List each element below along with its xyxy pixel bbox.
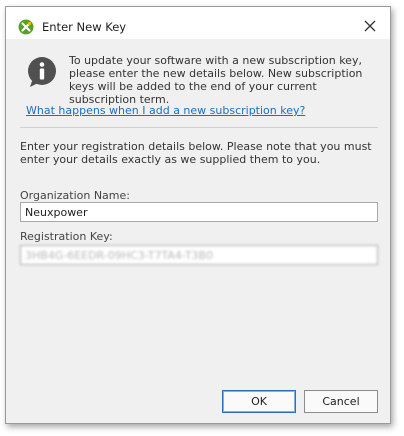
registration-key-label: Registration Key: bbox=[20, 230, 113, 243]
organization-name-label: Organization Name: bbox=[20, 189, 130, 202]
title-bar: Enter New Key bbox=[6, 7, 390, 39]
details-instructions: Enter your registration details below. P… bbox=[20, 140, 372, 166]
close-icon bbox=[364, 17, 376, 36]
organization-name-input[interactable] bbox=[20, 202, 378, 222]
registration-key-input[interactable] bbox=[20, 245, 378, 265]
separator bbox=[20, 127, 378, 128]
app-logo-icon bbox=[18, 19, 34, 35]
window-title: Enter New Key bbox=[42, 20, 127, 34]
help-link[interactable]: What happens when I add a new subscripti… bbox=[26, 104, 305, 117]
ok-button[interactable]: OK bbox=[222, 390, 296, 413]
info-message: To update your software with a new subsc… bbox=[69, 54, 363, 106]
info-icon bbox=[26, 56, 58, 88]
close-button[interactable] bbox=[358, 15, 382, 37]
enter-new-key-dialog: Enter New Key To update your software wi… bbox=[5, 6, 391, 424]
cancel-button[interactable]: Cancel bbox=[304, 390, 378, 413]
